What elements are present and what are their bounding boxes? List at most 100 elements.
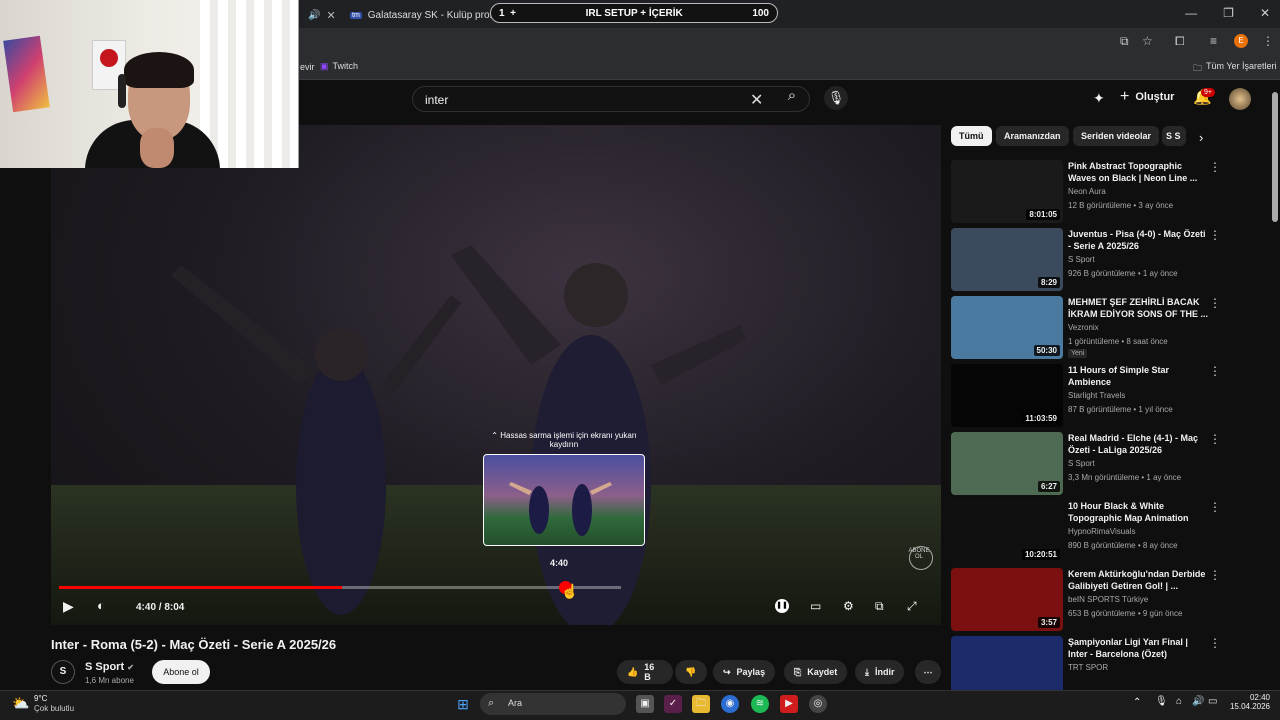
tab-audio[interactable]: 🔊 ✕ <box>300 4 344 26</box>
recommendation-title[interactable]: Real Madrid - Elche (4-1) - Maç Özeti - … <box>1068 432 1208 456</box>
recommendation-item[interactable]: 50:30 MEHMET ŞEF ZEHİRLİ BACAK İKRAM EDİY… <box>951 296 1251 360</box>
tab-irl-setup[interactable]: 1 + IRL SETUP + İÇERİK 100 <box>490 3 778 23</box>
weather-icon[interactable]: ⛅ <box>12 695 29 712</box>
recommendation-thumbnail[interactable]: 8:29 <box>951 228 1063 291</box>
recommendation-thumbnail[interactable]: 10:20:51 <box>951 500 1063 563</box>
file-explorer-icon[interactable]: 🗀 <box>692 695 710 713</box>
sparkle-icon[interactable]: ✦ <box>1093 90 1105 107</box>
profile-icon[interactable]: E <box>1234 34 1248 48</box>
chevron-right-icon[interactable]: › <box>1199 130 1203 145</box>
chip-series[interactable]: Seriden videolar <box>1073 126 1160 146</box>
channel-name[interactable]: S Sport ✔ <box>85 661 134 673</box>
taskbar-search-input[interactable]: Ara <box>480 693 626 715</box>
play-icon[interactable]: ▶ <box>63 598 74 615</box>
create-button[interactable]: + Oluştur <box>1120 88 1174 106</box>
microphone-icon[interactable]: 🎙 <box>824 86 848 110</box>
task-view-icon[interactable]: ▣ <box>636 695 654 713</box>
recommendation-channel[interactable]: TRT SPOR <box>1068 663 1108 672</box>
recommendation-channel[interactable]: HypnoRimaVisuals <box>1068 527 1135 536</box>
media-icon[interactable]: ≡ <box>1210 34 1217 48</box>
recommendation-channel[interactable]: S Sport <box>1068 459 1095 468</box>
recommendation-channel[interactable]: Vezronix <box>1068 323 1099 332</box>
recommendation-thumbnail[interactable]: 3:57 <box>951 568 1063 631</box>
mic-tray-icon[interactable]: 🎙 <box>1155 696 1168 707</box>
menu-icon[interactable]: ⋮ <box>1262 34 1274 48</box>
video-player[interactable] <box>51 125 941 625</box>
recommendation-title[interactable]: MEHMET ŞEF ZEHİRLİ BACAK İKRAM EDİYOR SO… <box>1068 296 1208 320</box>
chrome-icon[interactable]: ◉ <box>721 695 739 713</box>
time-display: 4:40 / 8:04 <box>136 602 185 613</box>
more-options-icon[interactable]: ⋮ <box>1209 500 1221 514</box>
more-options-icon[interactable]: ⋮ <box>1209 228 1221 242</box>
recommendation-thumbnail[interactable]: 8:01:05 <box>951 160 1063 223</box>
recommendation-thumbnail[interactable]: 6:27 <box>951 432 1063 495</box>
channel-avatar[interactable]: S <box>51 660 75 684</box>
settings-icon[interactable]: ⚙ <box>843 599 854 613</box>
share-button[interactable]: ↪ Paylaş <box>713 660 776 684</box>
volume-icon[interactable]: ◐ <box>97 598 105 613</box>
more-options-icon[interactable]: ⋮ <box>1209 636 1221 650</box>
save-button[interactable]: ⎘ Kaydet <box>784 660 848 684</box>
recommendation-channel[interactable]: S Sport <box>1068 255 1095 264</box>
plus-icon[interactable]: 1 + <box>499 8 516 19</box>
spotify-icon[interactable]: ≋ <box>751 695 769 713</box>
recommendation-channel[interactable]: Starlight Travels <box>1068 391 1125 400</box>
maximize-icon[interactable]: ❐ <box>1223 6 1234 20</box>
subscribe-button[interactable]: Abone ol <box>152 660 210 684</box>
recommendation-title[interactable]: 11 Hours of Simple Star Ambience <box>1068 364 1208 388</box>
recommendation-item[interactable]: 10:20:51 10 Hour Black & White Topographi… <box>951 500 1251 564</box>
battery-icon[interactable]: ▭ <box>1208 696 1217 707</box>
recommendation-title[interactable]: 10 Hour Black & White Topographic Map An… <box>1068 500 1208 524</box>
all-bookmarks[interactable]: 🗀 Tüm Yer İşaretleri <box>1193 61 1277 77</box>
more-options-icon[interactable]: ⋮ <box>1209 432 1221 446</box>
search-icon[interactable]: ⌕ <box>780 87 804 111</box>
network-icon[interactable]: ⌂ <box>1176 696 1182 707</box>
recommendation-item[interactable]: 6:27 Real Madrid - Elche (4-1) - Maç Özet… <box>951 432 1251 496</box>
download-button[interactable]: ⤓ İndir <box>855 660 905 684</box>
recommendation-title[interactable]: Pink Abstract Topographic Waves on Black… <box>1068 160 1208 184</box>
recommendation-thumbnail[interactable]: 11:03:59 <box>951 364 1063 427</box>
like-button[interactable]: 👍 16 B <box>617 660 673 684</box>
dislike-button[interactable]: 👎 <box>675 660 707 684</box>
recommendation-title[interactable]: Kerem Aktürkoğlu'ndan Derbide Galibiyeti… <box>1068 568 1208 592</box>
close-window-icon[interactable]: ✕ <box>1260 6 1270 20</box>
app-red-icon[interactable]: ▶ <box>780 695 798 713</box>
more-options-icon[interactable]: ⋮ <box>1209 568 1221 582</box>
more-options-icon[interactable]: ⋮ <box>1209 160 1221 174</box>
recommendation-title[interactable]: Şampiyonlar Ligi Yarı Final | Inter - Ba… <box>1068 636 1208 660</box>
subtitles-icon[interactable]: ▭ <box>810 599 821 613</box>
miniplayer-icon[interactable]: ⧉ <box>875 599 884 614</box>
bookmark-twitch[interactable]: ▣ Twitch <box>320 61 358 72</box>
recommendation-item[interactable]: 11:03:59 11 Hours of Simple Star Ambience… <box>951 364 1251 428</box>
scrollbar[interactable] <box>1272 92 1278 222</box>
minimize-icon[interactable]: — <box>1185 6 1197 20</box>
recommendation-thumbnail[interactable]: 50:30 <box>951 296 1063 359</box>
windows-start-icon[interactable]: ⊞ <box>454 695 472 713</box>
fullscreen-icon[interactable]: ⤢ <box>907 599 917 614</box>
speaker-icon[interactable]: 🔊 <box>1192 696 1204 707</box>
more-options-icon[interactable]: ⋮ <box>1209 364 1221 378</box>
recommendation-channel[interactable]: Neon Aura <box>1068 187 1106 196</box>
app-circle-icon[interactable]: ◎ <box>809 695 827 713</box>
extensions-icon[interactable]: ⧠ <box>1175 34 1185 49</box>
star-icon[interactable]: ☆ <box>1142 34 1153 48</box>
recommendation-channel[interactable]: beIN SPORTS Türkiye <box>1068 595 1148 604</box>
recommendation-item[interactable]: 8:29 Juventus - Pisa (4-0) - Maç Özeti - … <box>951 228 1251 292</box>
close-icon[interactable]: ✕ <box>326 9 335 22</box>
clear-search-icon[interactable]: ✕ <box>750 90 763 110</box>
autoplay-toggle-icon[interactable]: ❚❚ <box>775 599 789 613</box>
avatar[interactable] <box>1229 88 1251 110</box>
recommendation-item[interactable]: 8:01:05 Pink Abstract Topographic Waves o… <box>951 160 1251 224</box>
app-icon[interactable]: ✓ <box>664 695 682 713</box>
recommendation-item[interactable]: 3:57 Kerem Aktürkoğlu'ndan Derbide Galibi… <box>951 568 1251 632</box>
all-bookmarks-label: Tüm Yer İşaretleri <box>1206 61 1277 71</box>
cast-icon[interactable]: ⧉ <box>1120 34 1129 49</box>
clock[interactable]: 02:40 15.04.2026 <box>1228 693 1270 711</box>
chip-channel[interactable]: S S <box>1162 126 1186 146</box>
more-options-icon[interactable]: ⋮ <box>1209 296 1221 310</box>
chip-from-search[interactable]: Aramanızdan <box>996 126 1069 146</box>
chip-all[interactable]: Tümü <box>951 126 992 146</box>
recommendation-title[interactable]: Juventus - Pisa (4-0) - Maç Özeti - Seri… <box>1068 228 1208 252</box>
more-actions-button[interactable]: ⋯ <box>915 660 941 684</box>
chevron-up-icon[interactable]: ⌃ <box>1133 697 1141 708</box>
